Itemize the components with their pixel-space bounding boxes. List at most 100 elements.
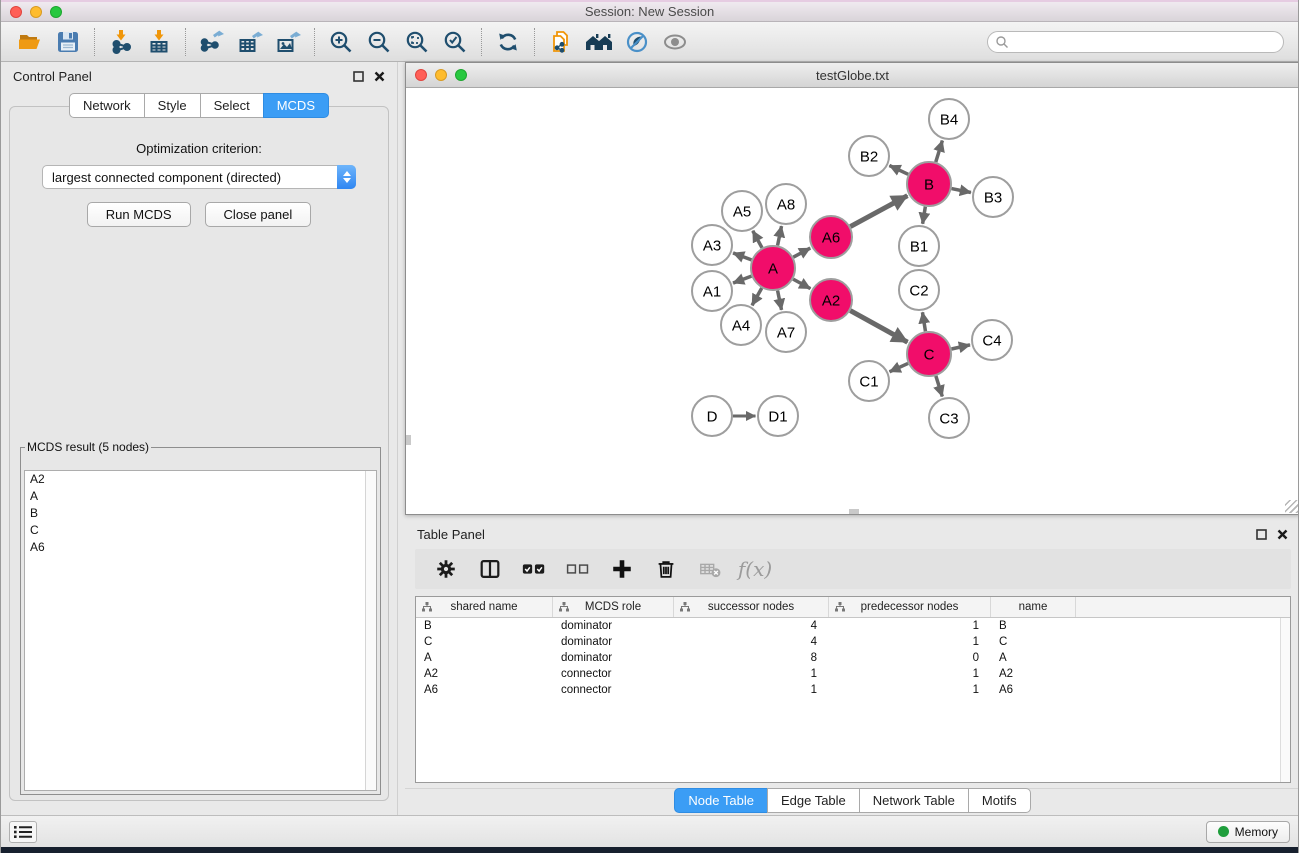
close-panel-icon[interactable] bbox=[1277, 529, 1288, 540]
graph-edge-A-A5[interactable] bbox=[753, 231, 762, 248]
minimize-window-button[interactable] bbox=[30, 6, 42, 18]
column-header-name[interactable]: name bbox=[991, 597, 1076, 617]
hide-style-button[interactable] bbox=[618, 26, 656, 58]
column-header-mcds-role[interactable]: MCDS role bbox=[553, 597, 674, 617]
column-header-successor-nodes[interactable]: successor nodes bbox=[674, 597, 829, 617]
graph-node-A4[interactable]: A4 bbox=[721, 305, 761, 345]
show-hide-button[interactable] bbox=[656, 26, 694, 58]
list-item[interactable]: A2 bbox=[25, 471, 376, 488]
memory-button[interactable]: Memory bbox=[1206, 821, 1290, 843]
graph-edge-A-A1[interactable] bbox=[733, 276, 751, 283]
task-history-button[interactable] bbox=[9, 821, 37, 843]
mcds-result-list[interactable]: A2 A B C A6 bbox=[24, 470, 377, 791]
table-row[interactable]: Adominator80A bbox=[416, 650, 1290, 666]
graph-node-A2[interactable]: A2 bbox=[810, 279, 852, 321]
tab-motifs[interactable]: Motifs bbox=[968, 788, 1031, 813]
maximize-window-button[interactable] bbox=[50, 6, 62, 18]
zoom-in-button[interactable] bbox=[322, 26, 360, 58]
graph-node-C2[interactable]: C2 bbox=[899, 270, 939, 310]
graph-node-C1[interactable]: C1 bbox=[849, 361, 889, 401]
delete-column-button[interactable] bbox=[651, 554, 681, 584]
tab-style[interactable]: Style bbox=[144, 93, 201, 118]
node-table[interactable]: shared name MCDS role successor nodes pr… bbox=[415, 596, 1291, 783]
float-panel-icon[interactable] bbox=[1256, 529, 1267, 540]
graph-edge-A-A8[interactable] bbox=[778, 226, 782, 245]
import-table-button[interactable] bbox=[140, 26, 178, 58]
list-item[interactable]: A6 bbox=[25, 539, 376, 556]
clone-network-button[interactable] bbox=[542, 26, 580, 58]
graph-node-B[interactable]: B bbox=[907, 162, 951, 206]
graph-edge-A-A3[interactable] bbox=[733, 253, 751, 260]
graph-edge-C-C1[interactable] bbox=[890, 363, 909, 371]
graph-edge-B-B3[interactable] bbox=[952, 189, 971, 193]
graph-edge-C-C3[interactable] bbox=[936, 376, 942, 397]
table-settings-button[interactable] bbox=[431, 554, 461, 584]
table-row[interactable]: A2connector11A2 bbox=[416, 666, 1290, 682]
graph-node-A8[interactable]: A8 bbox=[766, 184, 806, 224]
search-input[interactable] bbox=[1009, 33, 1283, 51]
graph-edge-C-C4[interactable] bbox=[951, 345, 970, 349]
graph-node-D1[interactable]: D1 bbox=[758, 396, 798, 436]
graph-node-A5[interactable]: A5 bbox=[722, 191, 762, 231]
function-builder-button[interactable]: f(x) bbox=[739, 554, 769, 584]
tab-network[interactable]: Network bbox=[69, 93, 145, 118]
graph-node-A[interactable]: A bbox=[751, 246, 795, 290]
table-row[interactable]: Cdominator41C bbox=[416, 634, 1290, 650]
graph-node-C[interactable]: C bbox=[907, 332, 951, 376]
graph-node-B4[interactable]: B4 bbox=[929, 99, 969, 139]
graph-node-B1[interactable]: B1 bbox=[899, 226, 939, 266]
list-item[interactable]: B bbox=[25, 505, 376, 522]
graph-node-A1[interactable]: A1 bbox=[692, 271, 732, 311]
delete-table-button[interactable] bbox=[695, 554, 725, 584]
graph-node-A3[interactable]: A3 bbox=[692, 225, 732, 265]
graph-node-A6[interactable]: A6 bbox=[810, 216, 852, 258]
list-item[interactable]: C bbox=[25, 522, 376, 539]
graph-edge-A-A2[interactable] bbox=[793, 279, 810, 289]
close-panel-button[interactable]: Close panel bbox=[205, 202, 312, 227]
graph-node-B3[interactable]: B3 bbox=[973, 177, 1013, 217]
graph-edge-B-B1[interactable] bbox=[923, 207, 926, 224]
column-header-shared-name[interactable]: shared name bbox=[416, 597, 553, 617]
graph-edge-A-A7[interactable] bbox=[778, 291, 782, 310]
graph-edge-B-B4[interactable] bbox=[936, 141, 943, 163]
zoom-out-button[interactable] bbox=[360, 26, 398, 58]
result-scrollbar[interactable] bbox=[365, 471, 376, 790]
unselect-all-button[interactable] bbox=[563, 554, 593, 584]
show-column-button[interactable] bbox=[475, 554, 505, 584]
column-header-predecessor-nodes[interactable]: predecessor nodes bbox=[829, 597, 991, 617]
save-session-button[interactable] bbox=[49, 26, 87, 58]
graph-node-C4[interactable]: C4 bbox=[972, 320, 1012, 360]
table-scrollbar[interactable] bbox=[1280, 618, 1290, 782]
list-item[interactable]: A bbox=[25, 488, 376, 505]
graph-edge-A-A6[interactable] bbox=[793, 248, 810, 257]
tab-select[interactable]: Select bbox=[200, 93, 264, 118]
open-file-button[interactable] bbox=[11, 26, 49, 58]
close-window-button[interactable] bbox=[10, 6, 22, 18]
tab-mcds[interactable]: MCDS bbox=[263, 93, 329, 118]
close-panel-icon[interactable] bbox=[374, 71, 385, 82]
search-field[interactable] bbox=[987, 31, 1284, 53]
export-table-button[interactable] bbox=[231, 26, 269, 58]
refresh-button[interactable] bbox=[489, 26, 527, 58]
graph-edge-A6-B[interactable] bbox=[850, 196, 907, 227]
graph-node-C3[interactable]: C3 bbox=[929, 398, 969, 438]
network-graph[interactable]: B4B2BB3A8A5A6A3B1AC2A1A2A4A7C4CC1DD1C3 bbox=[406, 88, 1299, 514]
graph-node-B2[interactable]: B2 bbox=[849, 136, 889, 176]
graph-edge-B-B2[interactable] bbox=[889, 166, 908, 175]
run-mcds-button[interactable]: Run MCDS bbox=[87, 202, 191, 227]
float-panel-icon[interactable] bbox=[353, 71, 364, 82]
tab-edge-table[interactable]: Edge Table bbox=[767, 788, 860, 813]
select-all-button[interactable] bbox=[519, 554, 549, 584]
graph-edge-A2-C[interactable] bbox=[850, 311, 907, 343]
criterion-select[interactable]: largest connected component (directed) bbox=[42, 165, 356, 189]
graph-node-A7[interactable]: A7 bbox=[766, 312, 806, 352]
export-network-button[interactable] bbox=[193, 26, 231, 58]
table-row[interactable]: Bdominator41B bbox=[416, 618, 1290, 634]
zoom-selected-button[interactable] bbox=[436, 26, 474, 58]
zoom-fit-button[interactable] bbox=[398, 26, 436, 58]
network-window-titlebar[interactable]: testGlobe.txt bbox=[406, 63, 1299, 88]
graph-edge-A-A4[interactable] bbox=[752, 288, 762, 305]
graph-edge-C-C2[interactable] bbox=[922, 312, 925, 331]
table-row[interactable]: A6connector11A6 bbox=[416, 682, 1290, 698]
import-network-button[interactable] bbox=[102, 26, 140, 58]
